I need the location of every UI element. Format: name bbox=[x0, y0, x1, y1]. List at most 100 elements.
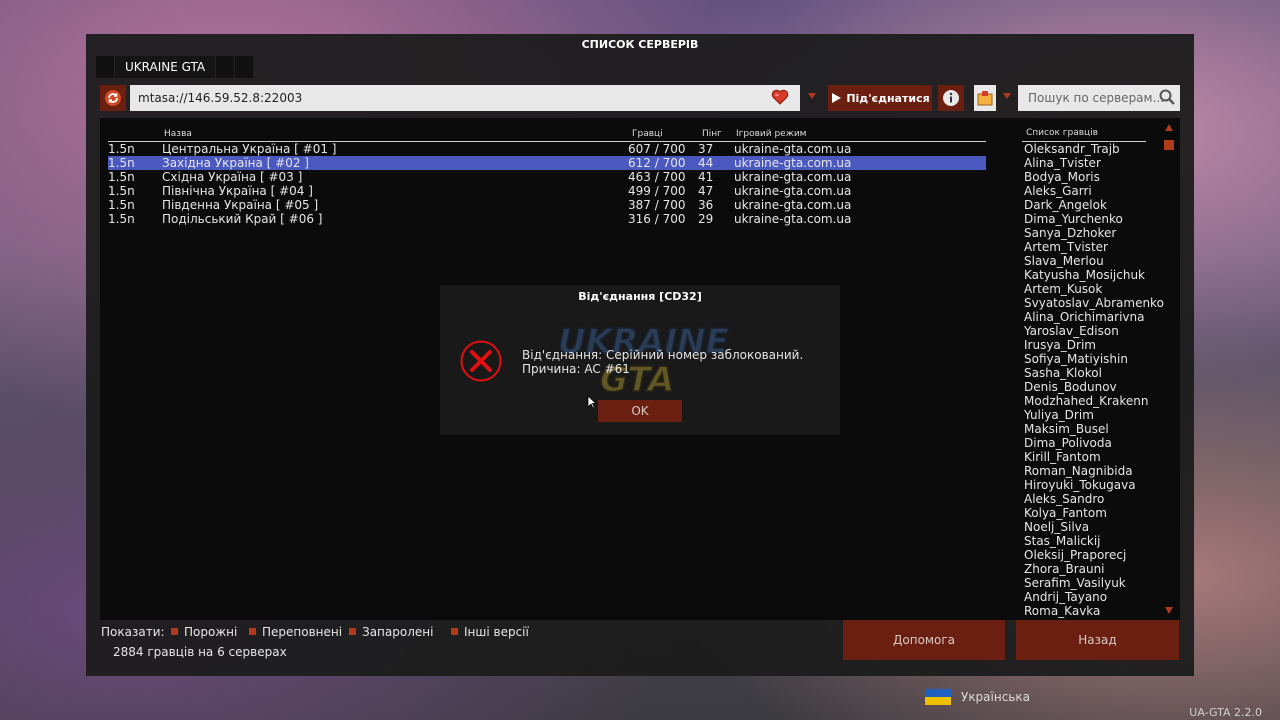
filter-full[interactable]: Переповнені bbox=[249, 625, 342, 639]
checkbox[interactable] bbox=[349, 628, 356, 635]
window-title: СПИСОК СЕРВЕРІВ bbox=[581, 38, 699, 51]
player-list-item[interactable]: Serafim_Vasilyuk bbox=[1024, 576, 1164, 590]
checkbox[interactable] bbox=[171, 628, 178, 635]
ok-button[interactable]: OK bbox=[598, 400, 682, 422]
language-selector[interactable]: Українська bbox=[925, 689, 1030, 705]
filter-other-versions[interactable]: Інші версії bbox=[451, 625, 529, 639]
back-button[interactable]: Назад bbox=[1016, 620, 1179, 660]
server-row[interactable]: 1.5n Подільський Край [ #06 ] 316 / 700 29 u… bbox=[108, 212, 986, 226]
status-text: 2884 гравців на 6 серверах bbox=[113, 645, 287, 659]
server-cell-mode: ukraine-gta.com.ua bbox=[734, 142, 852, 156]
checkbox[interactable] bbox=[249, 628, 256, 635]
header-players[interactable]: Гравці bbox=[632, 129, 663, 139]
player-list-item[interactable]: Modzhahed_Krakenn bbox=[1024, 394, 1164, 408]
player-list-item[interactable]: Oleksandr_Trajb bbox=[1024, 142, 1164, 156]
player-list-item[interactable]: Alina_Tvister bbox=[1024, 156, 1164, 170]
player-list-item[interactable]: Denis_Bodunov bbox=[1024, 380, 1164, 394]
play-icon bbox=[832, 93, 842, 103]
player-list-item[interactable]: Oleksij_Praporecj bbox=[1024, 548, 1164, 562]
disconnect-dialog: Від'єднання [CD32] UKRAINE GTA Від'єднан… bbox=[440, 285, 840, 435]
player-list-item[interactable]: Katyusha_Mosijchuk bbox=[1024, 268, 1164, 282]
player-list-item[interactable]: Roman_Nagnibida bbox=[1024, 464, 1164, 478]
player-list-item[interactable]: Aleks_Sandro bbox=[1024, 492, 1164, 506]
player-list-item[interactable]: Irusya_Drim bbox=[1024, 338, 1164, 352]
server-row[interactable]: 1.5n Північна Україна [ #04 ] 499 / 700 47 u… bbox=[108, 184, 986, 198]
table-header: Назва Гравці Пінг Ігровий режим bbox=[108, 122, 986, 142]
player-list-item[interactable]: Noelj_Silva bbox=[1024, 520, 1164, 534]
info-button[interactable] bbox=[938, 85, 964, 111]
header-mode[interactable]: Ігровий режим bbox=[736, 129, 806, 139]
filter-locked[interactable]: Запаролені bbox=[349, 625, 433, 639]
scroll-thumb[interactable] bbox=[1164, 140, 1174, 150]
player-list-item[interactable]: Dima_Yurchenko bbox=[1024, 212, 1164, 226]
connect-button[interactable]: Під'єднатися bbox=[828, 85, 932, 111]
player-list-item[interactable]: Stas_Malickij bbox=[1024, 534, 1164, 548]
server-cell-mode: ukraine-gta.com.ua bbox=[734, 170, 852, 184]
server-cell-mode: ukraine-gta.com.ua bbox=[734, 198, 852, 212]
player-list-item[interactable]: Yaroslav_Edison bbox=[1024, 324, 1164, 338]
tools-dropdown-arrow[interactable] bbox=[1003, 93, 1011, 99]
server-table: Назва Гравці Пінг Ігровий режим 1.5n Цент… bbox=[108, 122, 986, 226]
favorite-button[interactable] bbox=[770, 87, 790, 107]
player-list-item[interactable]: Hiroyuki_Tokugava bbox=[1024, 478, 1164, 492]
player-list-item[interactable]: Sasha_Klokol bbox=[1024, 366, 1164, 380]
help-button[interactable]: Допомога bbox=[843, 620, 1005, 660]
server-cell-players: 499 / 700 bbox=[628, 184, 686, 198]
server-row[interactable]: 1.5n Південна Україна [ #05 ] 387 / 700 36 u… bbox=[108, 198, 986, 212]
server-cell-version: 1.5n bbox=[108, 156, 135, 170]
player-list-item[interactable]: Alina_Orichimarivna bbox=[1024, 310, 1164, 324]
player-list-item[interactable]: Andrij_Tayano bbox=[1024, 590, 1164, 604]
search-input[interactable]: Пошук по серверам... bbox=[1018, 85, 1180, 111]
header-ping[interactable]: Пінг bbox=[702, 129, 722, 139]
filter-empty[interactable]: Порожні bbox=[171, 625, 237, 639]
address-dropdown-arrow[interactable] bbox=[808, 93, 816, 99]
player-list-item[interactable]: Aleks_Garri bbox=[1024, 184, 1164, 198]
server-cell-ping: 44 bbox=[698, 156, 714, 170]
server-address-input[interactable]: mtasa://146.59.52.8:22003 bbox=[130, 85, 800, 111]
player-list-item[interactable]: Dima_Polivoda bbox=[1024, 436, 1164, 450]
tab-ukraine-gta[interactable]: UKRAINE GTA bbox=[115, 56, 216, 78]
header-name[interactable]: Назва bbox=[164, 129, 192, 139]
tab-placeholder[interactable] bbox=[96, 56, 114, 78]
player-list-item[interactable]: Artem_Tvister bbox=[1024, 240, 1164, 254]
search-button[interactable] bbox=[1158, 88, 1176, 106]
server-row[interactable]: 1.5n Західна Україна [ #02 ] 612 / 700 44 uk… bbox=[108, 156, 986, 170]
tab-placeholder[interactable] bbox=[216, 56, 235, 78]
players-panel: Список гравців Oleksandr_Trajb Alina_Tvis… bbox=[1016, 118, 1164, 620]
player-list-item[interactable]: Artem_Kusok bbox=[1024, 282, 1164, 296]
players-scrollbar[interactable] bbox=[1162, 122, 1176, 616]
player-list-item[interactable]: Svyatoslav_Abramenko bbox=[1024, 296, 1164, 310]
player-list-item[interactable]: Roma_Kavka bbox=[1024, 604, 1164, 618]
checkbox[interactable] bbox=[451, 628, 458, 635]
version-label: UA-GTA 2.2.0 bbox=[1189, 706, 1262, 719]
player-list-item[interactable]: Kolya_Fantom bbox=[1024, 506, 1164, 520]
server-row[interactable]: 1.5n Східна Україна [ #03 ] 463 / 700 41 ukr… bbox=[108, 170, 986, 184]
player-list-item[interactable]: Slava_Merlou bbox=[1024, 254, 1164, 268]
tab-placeholder[interactable] bbox=[235, 56, 254, 78]
server-cell-players: 316 / 700 bbox=[628, 212, 686, 226]
refresh-button[interactable] bbox=[100, 85, 126, 111]
player-list-item[interactable]: Kirill_Fantom bbox=[1024, 450, 1164, 464]
player-list-item[interactable]: Bodya_Moris bbox=[1024, 170, 1164, 184]
tools-button[interactable] bbox=[974, 85, 996, 111]
server-cell-mode: ukraine-gta.com.ua bbox=[734, 212, 852, 226]
refresh-icon bbox=[105, 90, 121, 106]
player-list-item[interactable]: Yuliya_Drim bbox=[1024, 408, 1164, 422]
server-cell-ping: 29 bbox=[698, 212, 714, 226]
player-list-item[interactable]: Sanya_Dzhoker bbox=[1024, 226, 1164, 240]
language-label: Українська bbox=[961, 690, 1030, 704]
scroll-down-arrow[interactable] bbox=[1165, 607, 1173, 614]
player-list-item[interactable]: Sofiya_Matiyishin bbox=[1024, 352, 1164, 366]
player-list-item[interactable]: Zhora_Brauni bbox=[1024, 562, 1164, 576]
server-row[interactable]: 1.5n Центральна Україна [ #01 ] 607 / 700 3… bbox=[108, 142, 986, 156]
dialog-message: Від'єднання: Серійний номер заблокований… bbox=[522, 348, 803, 376]
toolbar: mtasa://146.59.52.8:22003 Під'єднатися П… bbox=[100, 84, 1180, 112]
player-list-item[interactable]: Maksim_Busel bbox=[1024, 422, 1164, 436]
server-cell-version: 1.5n bbox=[108, 212, 135, 226]
scroll-up-arrow[interactable] bbox=[1165, 124, 1173, 131]
player-list-item[interactable]: Dark_Angelok bbox=[1024, 198, 1164, 212]
search-icon bbox=[1159, 89, 1175, 105]
server-cell-version: 1.5n bbox=[108, 184, 135, 198]
dialog-title: Від'єднання [CD32] bbox=[578, 290, 702, 303]
server-cell-name: Східна Україна [ #03 ] bbox=[162, 170, 303, 184]
